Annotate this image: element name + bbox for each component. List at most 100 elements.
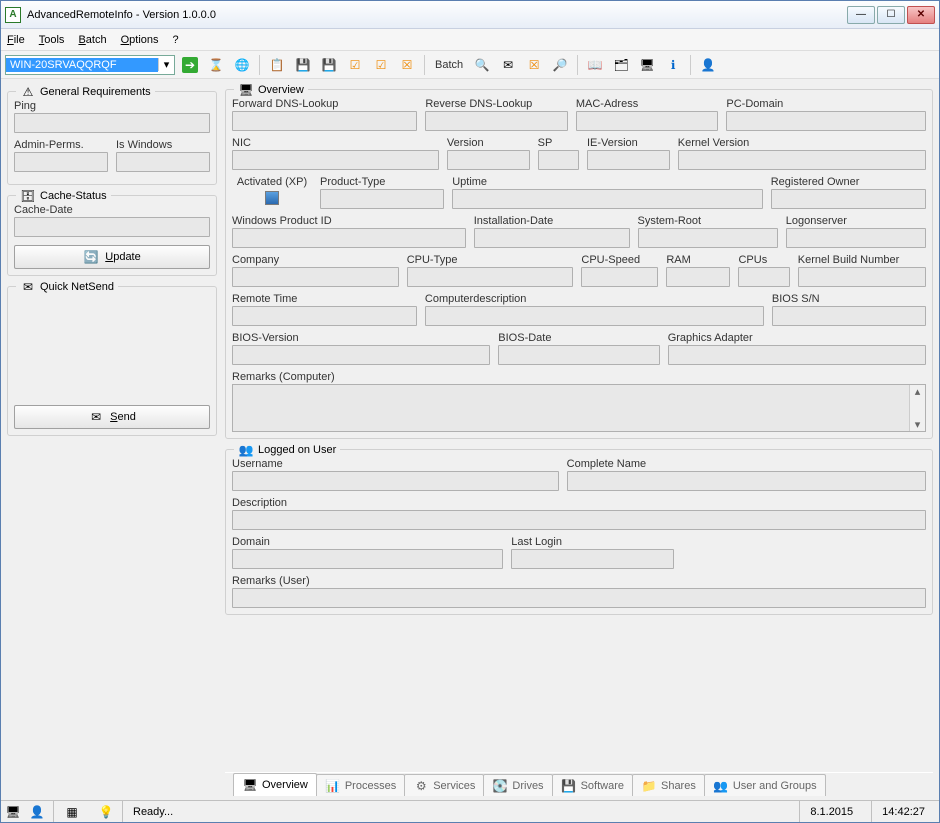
tab-services[interactable]: ⚙Services <box>404 774 484 796</box>
close-button[interactable]: ✕ <box>907 6 935 24</box>
titlebar: A AdvancedRemoteInfo - Version 1.0.0.0 —… <box>1 1 939 29</box>
status-date: 8.1.2015 <box>810 806 853 818</box>
menu-tools[interactable]: Tools <box>39 34 65 46</box>
tab-users[interactable]: 👥User and Groups <box>704 774 826 796</box>
maximize-button[interactable]: ☐ <box>877 6 905 24</box>
tab-drives[interactable]: 💽Drives <box>483 774 552 796</box>
mac-field <box>576 111 719 131</box>
monitor-icon: 🖥 <box>5 804 21 820</box>
save-button[interactable]: 💾 <box>292 54 314 76</box>
cachedate-label: Cache-Date <box>14 204 210 216</box>
tab-shares[interactable]: 📁Shares <box>632 774 705 796</box>
monitor-icon: 🖥 <box>639 57 655 73</box>
group-user: 👥Logged on User Username Complete Name D… <box>225 449 933 615</box>
menu-help[interactable]: ? <box>173 34 179 46</box>
user-icon: 👤 <box>29 804 45 820</box>
check2-button[interactable]: ☑ <box>370 54 392 76</box>
check-icon: ☑ <box>373 57 389 73</box>
arrow-right-icon: ➔ <box>182 57 198 73</box>
revdns-field <box>425 111 568 131</box>
remarks-computer-field[interactable]: ▴▾ <box>232 384 926 432</box>
group-general-title: General Requirements <box>40 86 151 98</box>
menu-options[interactable]: Options <box>121 34 159 46</box>
info-icon: ℹ <box>665 57 681 73</box>
mail-icon: ✉ <box>500 57 516 73</box>
tab-software[interactable]: 💾Software <box>552 774 633 796</box>
check1-button[interactable]: ☑ <box>344 54 366 76</box>
grid-icon: ▦ <box>64 804 80 820</box>
mail-icon: ✉ <box>20 279 36 295</box>
drive-icon: 💽 <box>492 778 508 794</box>
userdomain-field <box>232 549 503 569</box>
userdesc-field <box>232 510 926 530</box>
tab-overview[interactable]: 🖥Overview <box>233 773 317 796</box>
send-button[interactable]: ✉Send <box>14 405 210 429</box>
batch-search-button[interactable]: 🔍 <box>471 54 493 76</box>
chevron-down-icon[interactable]: ▾ <box>158 58 174 71</box>
globe-icon: 🌐 <box>234 57 250 73</box>
overview-title: Overview <box>258 84 304 96</box>
info-button[interactable]: ℹ <box>662 54 684 76</box>
batch-mail-button[interactable]: ✉ <box>497 54 519 76</box>
admin-label: Admin-Perms. <box>14 139 108 151</box>
copy-button[interactable]: 📋 <box>266 54 288 76</box>
host-combo[interactable]: WIN-20SRVAQQRQF ▾ <box>5 55 175 75</box>
user-button[interactable]: 👤 <box>697 54 719 76</box>
activated-checkbox[interactable] <box>265 191 279 205</box>
status-time: 14:42:27 <box>882 806 925 818</box>
nic-field <box>232 150 439 170</box>
menu-file[interactable]: File <box>7 34 25 46</box>
toolbar: WIN-20SRVAQQRQF ▾ ➔ ⌛ 🌐 📋 💾 💾 ☑ ☑ ☒ Batc… <box>1 51 939 79</box>
batch-user-button[interactable]: 🔎 <box>549 54 571 76</box>
save-all-button[interactable]: 💾 <box>318 54 340 76</box>
tree-button[interactable]: 🗂 <box>610 54 632 76</box>
biosdate-field <box>498 345 659 365</box>
gfx-field <box>668 345 926 365</box>
go-button[interactable]: ➔ <box>179 54 201 76</box>
cancel-button[interactable]: ☒ <box>396 54 418 76</box>
scrollbar[interactable]: ▴▾ <box>909 385 925 431</box>
ping-field <box>14 113 210 133</box>
biossn-field <box>772 306 926 326</box>
group-cache-title: Cache-Status <box>40 190 107 202</box>
right-panel: 🖥Overview Forward DNS-Lookup Reverse DNS… <box>223 79 939 800</box>
users-icon: 👥 <box>238 442 254 458</box>
monitor-button[interactable]: 🖥 <box>636 54 658 76</box>
update-button[interactable]: 🔄Update <box>14 245 210 269</box>
user-search-icon: 🔎 <box>552 57 568 73</box>
instdate-field <box>474 228 630 248</box>
mail-icon: ✉ <box>88 409 104 425</box>
minimize-button[interactable]: — <box>847 6 875 24</box>
cname-field <box>567 471 926 491</box>
cachedate-field <box>14 217 210 237</box>
tree-icon: 🗂 <box>613 57 629 73</box>
ping-label: Ping <box>14 100 210 112</box>
check-icon: ☑ <box>347 57 363 73</box>
gear-icon: ⚙ <box>413 778 429 794</box>
group-cache: 🗄Cache-Status Cache-Date 🔄Update <box>7 195 217 276</box>
menubar: File Tools Batch Options ? <box>1 29 939 51</box>
history-button[interactable]: ⌛ <box>205 54 227 76</box>
user-icon: 👤 <box>700 57 716 73</box>
network-button[interactable]: 🌐 <box>231 54 253 76</box>
batch-cancel-button[interactable]: ☒ <box>523 54 545 76</box>
lastlogin-field <box>511 549 674 569</box>
wpid-field <box>232 228 466 248</box>
kbn-field <box>798 267 926 287</box>
group-netsend: ✉Quick NetSend ✉Send <box>7 286 217 436</box>
cancel-icon: ☒ <box>526 57 542 73</box>
cdesc-field <box>425 306 764 326</box>
ptype-field <box>320 189 444 209</box>
menu-batch[interactable]: Batch <box>78 34 106 46</box>
statusbar: 🖥 👤 ▦ 💡 Ready... 8.1.2015 14:42:27 <box>1 800 939 822</box>
warning-icon: ⚠ <box>20 84 36 100</box>
left-panel: ⚠General Requirements Ping Admin-Perms. … <box>1 79 223 800</box>
users-icon: 👥 <box>713 778 729 794</box>
book-button[interactable]: 📖 <box>584 54 606 76</box>
admin-field <box>14 152 108 172</box>
sp-field <box>538 150 579 170</box>
monitor-icon: 🖥 <box>238 82 254 98</box>
tab-processes[interactable]: 📊Processes <box>316 774 405 796</box>
monitor-icon: 🖥 <box>242 777 258 793</box>
sysroot-field <box>638 228 778 248</box>
